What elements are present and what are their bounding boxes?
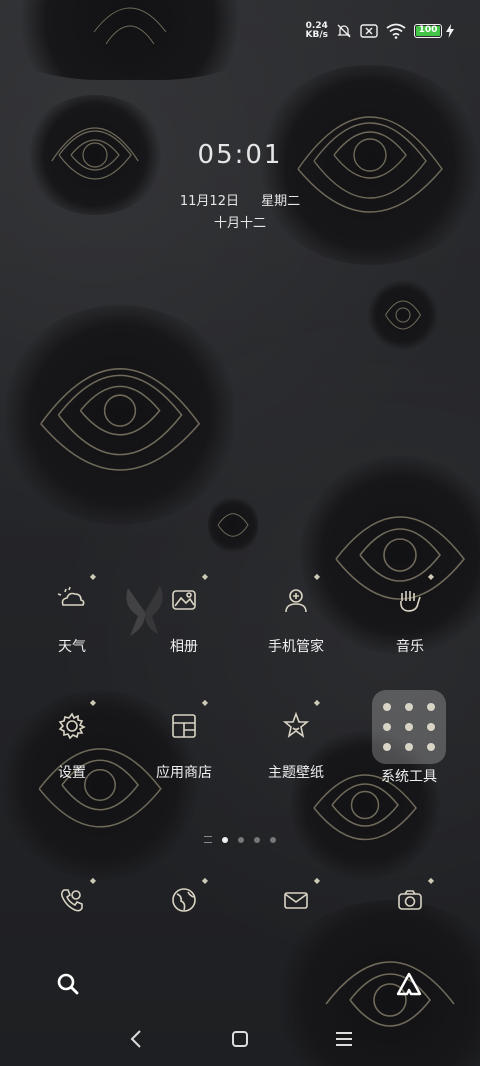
- app-gallery[interactable]: ◆ 相册: [124, 572, 244, 656]
- rose-decoration: [0, 305, 240, 525]
- clock-time[interactable]: 05:01: [0, 140, 480, 170]
- back-icon: [130, 1030, 141, 1048]
- messages-icon: [284, 892, 308, 909]
- app-store-icon: [172, 714, 196, 738]
- app-store[interactable]: ◆ 应用商店: [124, 698, 244, 782]
- home-icon: [232, 1031, 248, 1047]
- rose-decoration: [0, 0, 270, 80]
- browser-icon: [172, 888, 196, 912]
- search-button[interactable]: [54, 970, 82, 998]
- network-speed: 0.24 KB/s: [306, 22, 328, 40]
- search-icon: [57, 973, 79, 995]
- wifi-icon: [386, 23, 406, 39]
- rose-decoration: [368, 280, 438, 350]
- app-label: 设置: [58, 765, 86, 781]
- assistant-icon: [396, 972, 422, 996]
- camera-icon: [398, 890, 422, 910]
- lunar-date[interactable]: 十月十二: [0, 212, 480, 231]
- phone-icon: [60, 889, 83, 912]
- folder-icon: [372, 690, 446, 764]
- dock-camera[interactable]: ◆: [350, 876, 470, 924]
- app-folder-system-tools[interactable]: 系统工具: [349, 690, 469, 786]
- no-sim-icon: [360, 23, 378, 39]
- clock-date[interactable]: 11月12日 星期二: [0, 190, 480, 209]
- home-button[interactable]: [220, 1024, 260, 1054]
- page-indicator[interactable]: [0, 836, 480, 843]
- search-bar: [20, 966, 460, 1002]
- navigation-bar: [0, 1024, 480, 1054]
- page-dot: [254, 836, 260, 843]
- settings-icon: [58, 712, 86, 740]
- battery-icon: 100: [414, 24, 442, 38]
- gallery-icon: [172, 590, 196, 610]
- app-label: 音乐: [396, 639, 424, 655]
- weather-icon: [57, 586, 85, 606]
- mute-bell-icon: [336, 23, 352, 39]
- network-speed-unit: KB/s: [305, 30, 328, 40]
- rose-decoration: [208, 495, 258, 555]
- app-label: 主题壁纸: [268, 765, 324, 781]
- app-music[interactable]: ◆ 音乐: [350, 572, 470, 656]
- dock-phone[interactable]: ◆: [12, 876, 132, 924]
- page-dot: [222, 836, 228, 843]
- app-weather[interactable]: ◆ 天气: [12, 572, 132, 656]
- assistant-button[interactable]: [394, 970, 424, 998]
- dock: ◆ ◆ ◆ ◆: [0, 876, 480, 924]
- dock-messages[interactable]: ◆: [236, 876, 356, 924]
- recents-button[interactable]: [324, 1024, 364, 1054]
- app-settings[interactable]: ◆ 设置: [12, 698, 132, 782]
- back-button[interactable]: [116, 1024, 156, 1054]
- app-label: 相册: [170, 639, 198, 655]
- weekday-text: 星期二: [261, 194, 301, 209]
- recents-icon: [336, 1032, 352, 1046]
- page-dot: [270, 836, 276, 843]
- music-icon: [400, 591, 421, 612]
- app-label: 系统工具: [381, 769, 437, 785]
- page-list-icon: [204, 836, 212, 843]
- date-text: 11月12日: [179, 194, 239, 209]
- app-themes[interactable]: ◆ 主题壁纸: [236, 698, 356, 782]
- security-icon: [285, 589, 307, 613]
- app-label: 天气: [58, 639, 86, 655]
- page-dot: [238, 836, 244, 843]
- app-security[interactable]: ◆ 手机管家: [236, 572, 356, 656]
- app-label: 应用商店: [156, 765, 212, 781]
- themes-icon: [282, 711, 310, 738]
- dock-browser[interactable]: ◆: [124, 876, 244, 924]
- status-bar: 0.24 KB/s 100: [306, 22, 454, 40]
- charging-icon: [446, 24, 454, 38]
- app-label: 手机管家: [268, 639, 324, 655]
- battery-level: 100: [418, 25, 438, 35]
